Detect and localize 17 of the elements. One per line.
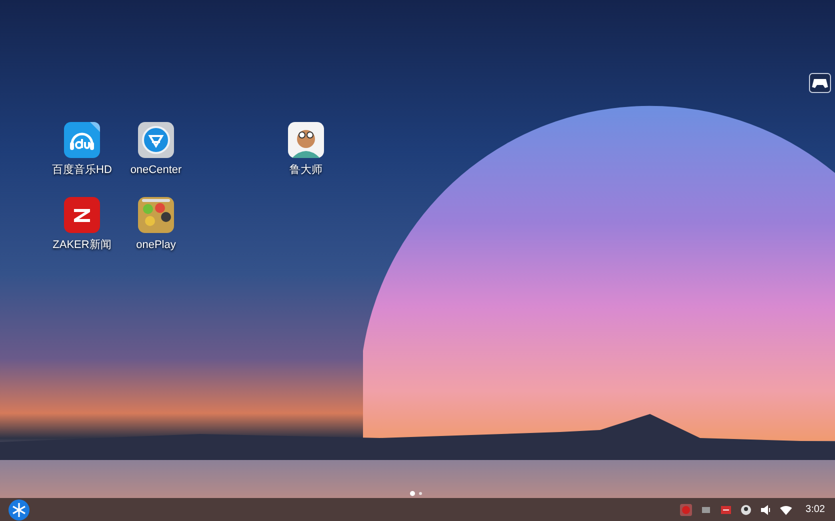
app-label[interactable]: 百度音乐HD [52,162,112,178]
clock: 3:02 [806,503,825,517]
letter-z-app-icon [64,197,100,233]
wifi-icon[interactable] [780,504,792,516]
app-label[interactable]: oneCenter [130,162,182,178]
wheel-app-icon [138,122,174,158]
volume-icon[interactable] [760,504,772,516]
gamepad-icon[interactable] [809,73,831,93]
games-collage-app-icon [138,197,174,233]
app-label[interactable]: onePlay [136,237,176,254]
snowflake-start-icon[interactable] [8,498,30,520]
cartoon-app-icon [288,122,324,158]
person-icon[interactable] [740,504,752,516]
app-label[interactable]: ZAKER新闻 [52,237,112,254]
headphones-app-icon [64,122,100,158]
app-label[interactable]: 鲁大师 [290,162,322,178]
minus-box-icon[interactable] [720,504,732,516]
